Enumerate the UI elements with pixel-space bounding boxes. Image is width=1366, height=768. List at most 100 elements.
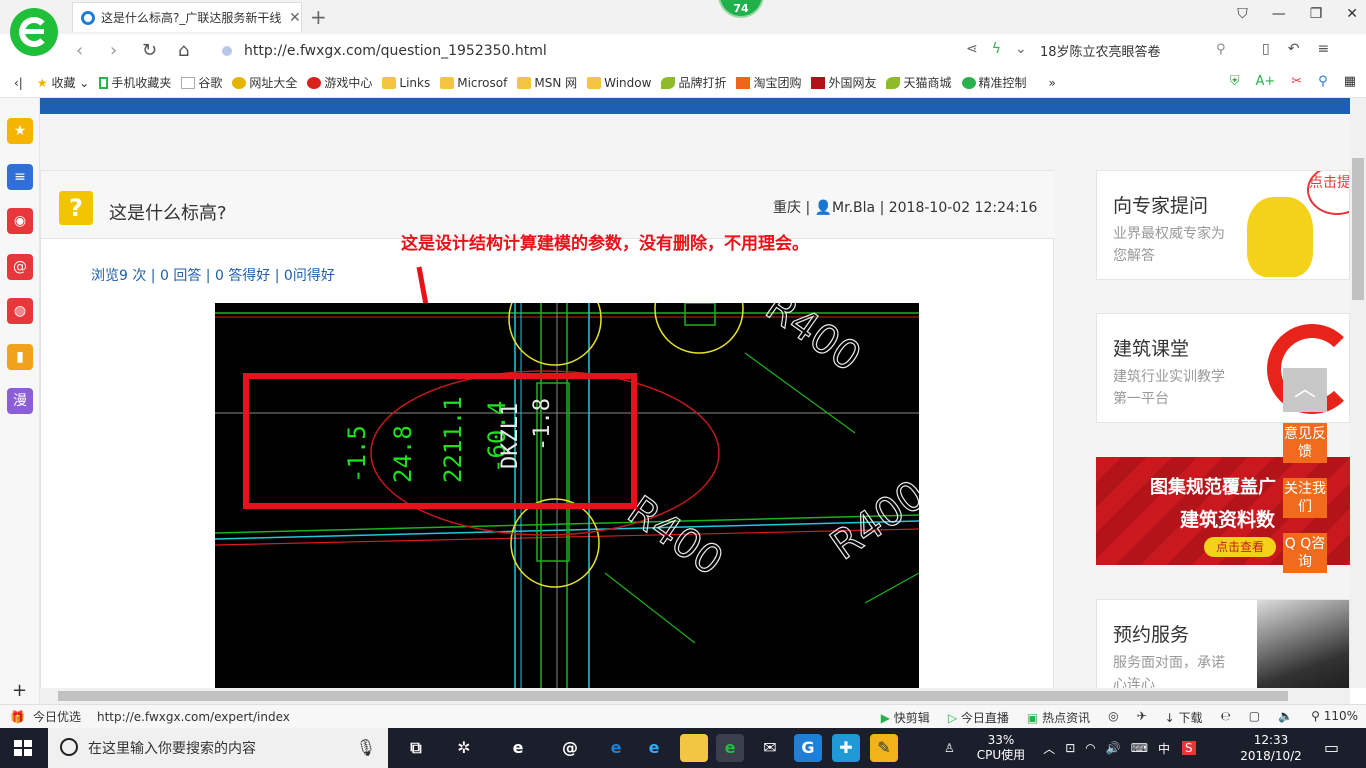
edge-icon[interactable]: e: [602, 734, 630, 762]
favorites-star-icon[interactable]: ★: [7, 118, 33, 144]
forward-icon[interactable]: ›: [110, 40, 117, 61]
bookmark-item[interactable]: 外国网友: [811, 74, 876, 91]
zoom-level[interactable]: ⚲ 110%: [1311, 709, 1358, 726]
back-to-top-button[interactable]: ︿: [1283, 368, 1327, 412]
mail-taskbar-icon[interactable]: ✉: [756, 734, 784, 762]
feedback-button[interactable]: 意见反馈: [1283, 423, 1327, 463]
ie-mode-icon[interactable]: ℮: [1221, 709, 1231, 726]
mobile-icon[interactable]: ▯: [1262, 41, 1270, 57]
fan-app-icon[interactable]: ✲: [450, 734, 478, 762]
quick-clip-link[interactable]: ▶ 快剪辑: [881, 709, 930, 726]
magnifier-icon[interactable]: ⚲: [1318, 74, 1328, 89]
swirl-app-icon[interactable]: @: [556, 734, 584, 762]
browser-tab[interactable]: 这是什么标高?_广联达服务新干线 ✕: [72, 2, 302, 32]
news-icon[interactable]: ≡: [7, 164, 33, 190]
taskbar-clock[interactable]: 12:33 2018/10/2: [1236, 732, 1306, 764]
cpu-meter[interactable]: 33% CPU使用: [977, 733, 1025, 763]
question-stats[interactable]: 浏览9 次 | 0 回答 | 0 答得好 | 0问得好: [91, 265, 335, 285]
follow-us-button[interactable]: 关注我们: [1283, 478, 1327, 518]
people-icon[interactable]: ♙: [944, 741, 955, 755]
sogou-icon[interactable]: S: [1182, 741, 1196, 755]
taskbar-search[interactable]: 在这里输入你要搜索的内容 🎙: [48, 728, 388, 768]
pin-icon[interactable]: ✈: [1137, 709, 1147, 726]
reload-icon[interactable]: ↻: [142, 40, 157, 61]
undo-icon[interactable]: ↶: [1288, 41, 1300, 57]
bookmark-item[interactable]: 手机收藏夹: [99, 74, 171, 91]
file-explorer-icon[interactable]: ▬: [680, 734, 708, 762]
new-tab-button[interactable]: +: [310, 5, 327, 29]
browser-taskbar-icon[interactable]: e: [716, 734, 744, 762]
hot-search-text[interactable]: 18岁陈立农亮眼答卷: [1040, 41, 1240, 60]
keyboard-icon[interactable]: ⌨: [1131, 741, 1148, 755]
url-field[interactable]: http://e.fwxgx.com/question_1952350.html: [222, 39, 1032, 63]
ask-expert-card[interactable]: 向专家提问 业界最权威专家为您解答 点击提问: [1096, 170, 1350, 280]
mail-icon[interactable]: @: [7, 254, 33, 280]
wifi-icon[interactable]: ◠: [1085, 741, 1095, 755]
banner-button[interactable]: 点击查看: [1204, 537, 1276, 557]
window-icon[interactable]: ▢: [1249, 709, 1260, 726]
bookmark-item[interactable]: MSN 网: [517, 74, 577, 91]
share-icon[interactable]: ⋖: [966, 41, 978, 57]
microphone-icon[interactable]: 🎙: [356, 738, 376, 757]
notes-app-icon[interactable]: ✎: [870, 734, 898, 762]
qq-consult-button[interactable]: Q Q咨询: [1283, 533, 1327, 573]
vertical-scroll-thumb[interactable]: [1352, 158, 1364, 300]
bookmark-item[interactable]: 天猫商城: [886, 74, 952, 91]
tray-expand-icon[interactable]: ︿: [1043, 740, 1055, 757]
bookmark-item[interactable]: 网址大全: [232, 74, 297, 91]
bookmark-item[interactable]: Window: [587, 76, 651, 90]
ie-browser-icon[interactable]: e: [504, 734, 532, 762]
book-icon[interactable]: ▮: [7, 344, 33, 370]
tab-close-icon[interactable]: ✕: [289, 10, 301, 26]
sidebar-add-button[interactable]: +: [12, 680, 27, 701]
game-controller-icon[interactable]: ◍: [7, 298, 33, 324]
plus-app-icon[interactable]: ✚: [832, 734, 860, 762]
bookmarks-collapse-icon[interactable]: ‹|: [14, 76, 23, 90]
booking-service-card[interactable]: 预约服务 服务面对面，承诺心连心: [1096, 599, 1350, 688]
bookmark-item[interactable]: 品牌打折: [661, 74, 726, 91]
speed-icon[interactable]: ◎: [1108, 709, 1118, 726]
bookmark-item[interactable]: Microsof: [440, 76, 507, 90]
bookmark-item[interactable]: Links: [382, 76, 430, 90]
internet-explorer-icon[interactable]: e: [640, 734, 668, 762]
menu-icon[interactable]: ≡: [1317, 41, 1329, 57]
network-icon[interactable]: ⊡: [1065, 741, 1075, 755]
translate-icon[interactable]: A+: [1255, 74, 1275, 89]
bookmark-item[interactable]: 谷歌: [181, 74, 222, 91]
close-window-button[interactable]: ✕: [1346, 6, 1358, 22]
dropdown-icon[interactable]: ⌄: [1015, 41, 1027, 57]
cad-drawing-image[interactable]: -1.5 24.8 2211.1 -60.4 DKZL1 -1.8 R400 R…: [215, 303, 919, 688]
bookmark-item[interactable]: 游戏中心: [307, 74, 372, 91]
search-icon[interactable]: ⚲: [1216, 42, 1226, 57]
notification-icon[interactable]: ▭: [1324, 738, 1339, 757]
horizontal-scrollbar[interactable]: [40, 688, 1350, 704]
apps-grid-icon[interactable]: ▦: [1344, 74, 1356, 89]
speaker-icon[interactable]: 🔊: [1106, 741, 1121, 755]
ime-indicator[interactable]: 中: [1158, 740, 1170, 757]
minimize-button[interactable]: —: [1272, 6, 1286, 22]
home-icon[interactable]: ⌂: [178, 40, 189, 61]
volume-icon[interactable]: 🔈: [1278, 709, 1293, 726]
shirt-skin-icon[interactable]: ⛉: [1237, 6, 1248, 22]
hot-news-link[interactable]: ▣ 热点资讯: [1027, 709, 1090, 726]
today-picks-link[interactable]: 今日优选: [33, 708, 81, 725]
ask-bubble[interactable]: 点击提问: [1307, 171, 1349, 215]
scissors-icon[interactable]: ✂: [1291, 74, 1302, 89]
weibo-icon[interactable]: ◉: [7, 208, 33, 234]
back-icon[interactable]: ‹: [76, 40, 83, 61]
vertical-scrollbar[interactable]: [1350, 98, 1366, 688]
speed-badge[interactable]: 74: [718, 0, 764, 18]
bookmarks-more[interactable]: »: [1049, 76, 1056, 90]
bookmark-item[interactable]: ★ 收藏 ⌄: [37, 74, 89, 91]
horizontal-scroll-thumb[interactable]: [58, 691, 1288, 701]
restore-button[interactable]: ❐: [1310, 6, 1323, 22]
glodon-app-icon[interactable]: G: [794, 734, 822, 762]
download-link[interactable]: ↓ 下载: [1165, 709, 1203, 726]
bookmark-item[interactable]: 淘宝团购: [736, 74, 801, 91]
lightning-icon[interactable]: ϟ: [992, 41, 1001, 57]
comic-icon[interactable]: 漫: [7, 388, 33, 414]
bookmark-item[interactable]: 精准控制: [961, 74, 1027, 91]
shield-icon[interactable]: ⛨: [1230, 74, 1240, 89]
browser-logo-icon[interactable]: [10, 8, 58, 56]
task-view-icon[interactable]: ⧉: [402, 734, 430, 762]
